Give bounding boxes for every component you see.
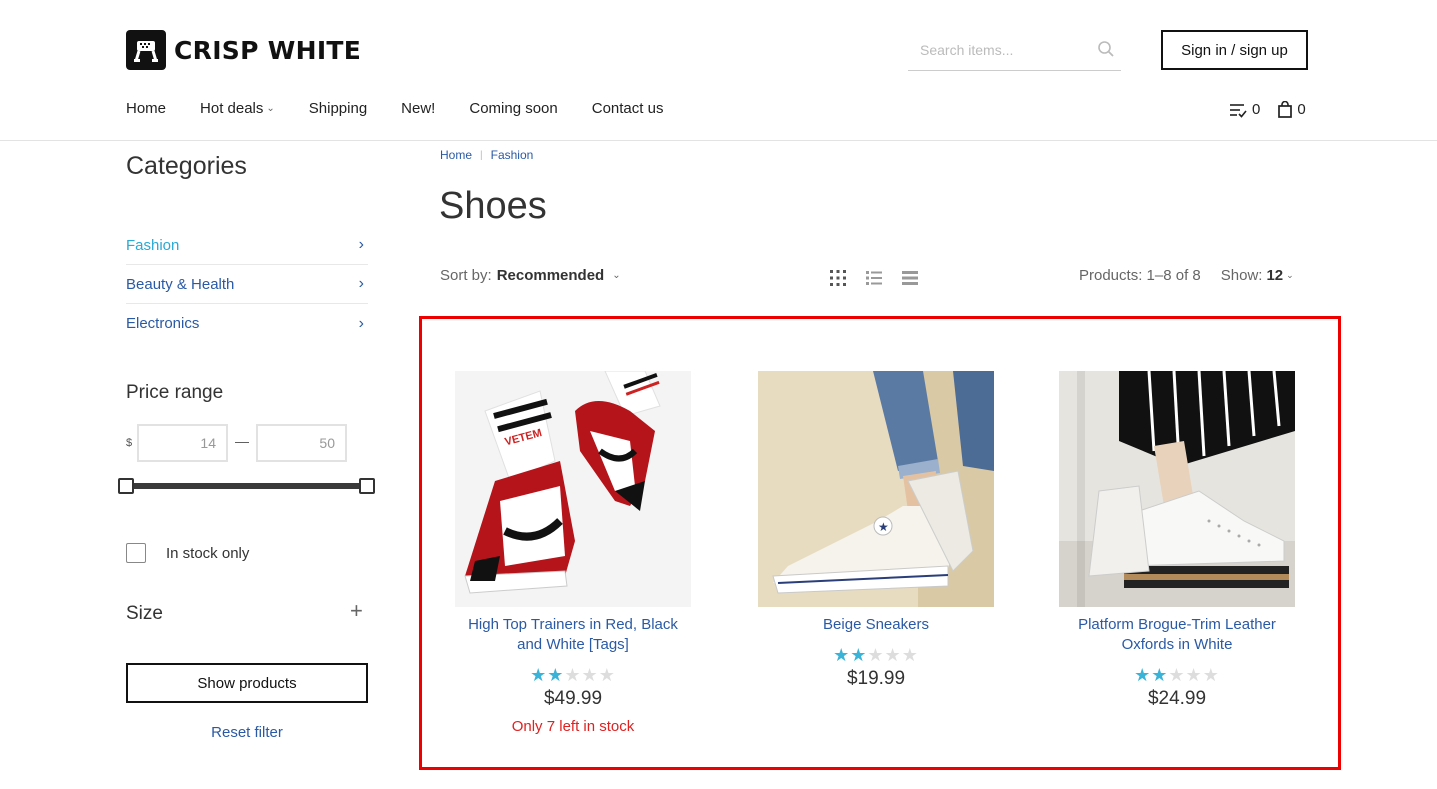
nav-item-shipping[interactable]: Shipping [309, 100, 367, 117]
product-name[interactable]: Beige Sneakers [758, 615, 994, 635]
price-slider-min-handle[interactable] [118, 478, 134, 494]
products-count: Products: 1–8 of 8 [1079, 267, 1201, 284]
product-image-red-trainers[interactable]: VETEM [455, 371, 691, 607]
sort-value: Recommended [496, 267, 605, 284]
chevron-down-icon: ⌄ [612, 270, 621, 281]
show-per-page-value[interactable]: 12 [1266, 267, 1283, 284]
star-icon: ★★★ [867, 645, 919, 665]
reset-filter-link[interactable]: Reset filter [126, 724, 368, 741]
shopping-bag-icon [1278, 101, 1293, 118]
list-check-icon [1230, 103, 1247, 118]
breadcrumb-home[interactable]: Home [440, 148, 472, 162]
breadcrumb: Home | Fashion [440, 148, 533, 162]
product-image-platform-oxfords[interactable] [1059, 371, 1295, 607]
categories-title: Categories [126, 152, 247, 180]
chevron-right-icon: › [358, 275, 364, 292]
search-input[interactable] [908, 36, 1088, 64]
price-slider-track[interactable] [126, 483, 367, 489]
star-rating: ★★★★★ [758, 645, 994, 666]
star-icon: ★★ [530, 665, 565, 685]
svg-text:★: ★ [878, 520, 889, 534]
in-stock-label: In stock only [166, 545, 250, 562]
category-label: Electronics [126, 315, 200, 332]
product-price: $19.99 [846, 668, 906, 689]
cart-logo-icon [126, 30, 166, 70]
product-price: $49.99 [543, 688, 603, 709]
product-image-beige-sneakers[interactable]: ★ [758, 371, 994, 607]
category-list: Fashion › Beauty & Health › Electronics … [126, 226, 368, 343]
chevron-down-icon: ⌄ [266, 103, 275, 114]
category-item-electronics[interactable]: Electronics › [126, 304, 368, 343]
wishlist-button[interactable]: 0 [1229, 101, 1260, 118]
nav-label: New! [401, 100, 436, 117]
wishlist-count: 0 [1252, 101, 1261, 118]
size-filter-title[interactable]: Size [126, 603, 163, 625]
nav-item-hot-deals[interactable]: Hot deals ⌄ [200, 100, 275, 117]
show-per-page-label: Show: [1220, 267, 1263, 284]
star-icon: ★★ [833, 645, 868, 665]
category-item-beauty-health[interactable]: Beauty & Health › [126, 265, 368, 304]
compact-list-view-icon[interactable] [900, 268, 920, 288]
cart-button[interactable]: 0 [1278, 101, 1306, 118]
nav-item-contact[interactable]: Contact us [592, 100, 664, 117]
nav-label: Coming soon [469, 100, 558, 117]
header-divider [0, 140, 1437, 141]
nav-label: Shipping [308, 100, 368, 117]
logo[interactable]: CRISP WHITE [126, 30, 361, 70]
star-rating: ★★★★★ [1059, 665, 1295, 686]
nav-label: Contact us [591, 100, 664, 117]
price-separator: — [235, 433, 249, 449]
stock-warning: Only 7 left in stock [511, 718, 635, 735]
in-stock-checkbox[interactable] [126, 543, 146, 563]
breadcrumb-separator: | [480, 149, 483, 161]
search-icon[interactable] [1097, 40, 1115, 63]
currency-symbol: $ [126, 437, 133, 449]
product-card[interactable]: VETEM High Top Trainers in Red, Black an… [455, 371, 691, 735]
product-card[interactable]: ★ Beige Sneakers ★★★★★ $19.99 [758, 371, 994, 690]
list-view-icon[interactable] [864, 268, 884, 288]
show-products-button[interactable]: Show products [126, 663, 368, 703]
chevron-right-icon: › [358, 236, 364, 253]
header-counters: 0 0 [1229, 101, 1306, 118]
price-range-title: Price range [126, 382, 224, 403]
signin-button[interactable]: Sign in / sign up [1161, 30, 1308, 70]
price-slider-max-handle[interactable] [359, 478, 375, 494]
search-box [908, 36, 1121, 71]
category-label: Beauty & Health [126, 275, 235, 293]
star-icon: ★★ [1134, 665, 1169, 685]
star-icon: ★★★ [564, 665, 616, 685]
nav-item-home[interactable]: Home [126, 100, 166, 117]
brand-name: CRISP WHITE [174, 35, 362, 65]
star-rating: ★★★★★ [455, 665, 691, 686]
product-name[interactable]: Platform Brogue-Trim Leather Oxfords in … [1059, 615, 1295, 655]
product-card[interactable]: Platform Brogue-Trim Leather Oxfords in … [1059, 371, 1295, 710]
price-from-input[interactable] [137, 424, 228, 462]
product-name[interactable]: High Top Trainers in Red, Black and Whit… [455, 615, 691, 655]
price-to-input[interactable] [256, 424, 347, 462]
nav-label: Home [126, 100, 167, 117]
product-price: $24.99 [1147, 688, 1207, 709]
product-counts: Products: 1–8 of 8 Show: 12 ⌄ [1079, 267, 1294, 284]
star-icon: ★★★ [1168, 665, 1220, 685]
sort-label: Sort by: [440, 267, 492, 284]
chevron-right-icon: › [358, 314, 364, 332]
main-nav: Home Hot deals ⌄ Shipping New! Coming soo… [126, 100, 697, 117]
page-title: Shoes [439, 185, 547, 227]
sort-dropdown[interactable]: Sort by: Recommended ⌄ [440, 267, 621, 284]
nav-item-coming-soon[interactable]: Coming soon [469, 100, 557, 117]
cart-count: 0 [1297, 101, 1306, 118]
nav-item-new[interactable]: New! [401, 100, 435, 117]
nav-label: Hot deals [200, 100, 264, 117]
category-label: Fashion [126, 236, 180, 254]
plus-icon[interactable]: + [350, 598, 363, 624]
grid-view-icon[interactable] [828, 268, 848, 288]
category-item-fashion[interactable]: Fashion › [126, 226, 368, 265]
view-toggles [828, 268, 936, 288]
breadcrumb-fashion[interactable]: Fashion [491, 148, 534, 162]
product-grid: VETEM High Top Trainers in Red, Black an… [419, 316, 1341, 770]
chevron-down-icon[interactable]: ⌄ [1286, 270, 1294, 281]
